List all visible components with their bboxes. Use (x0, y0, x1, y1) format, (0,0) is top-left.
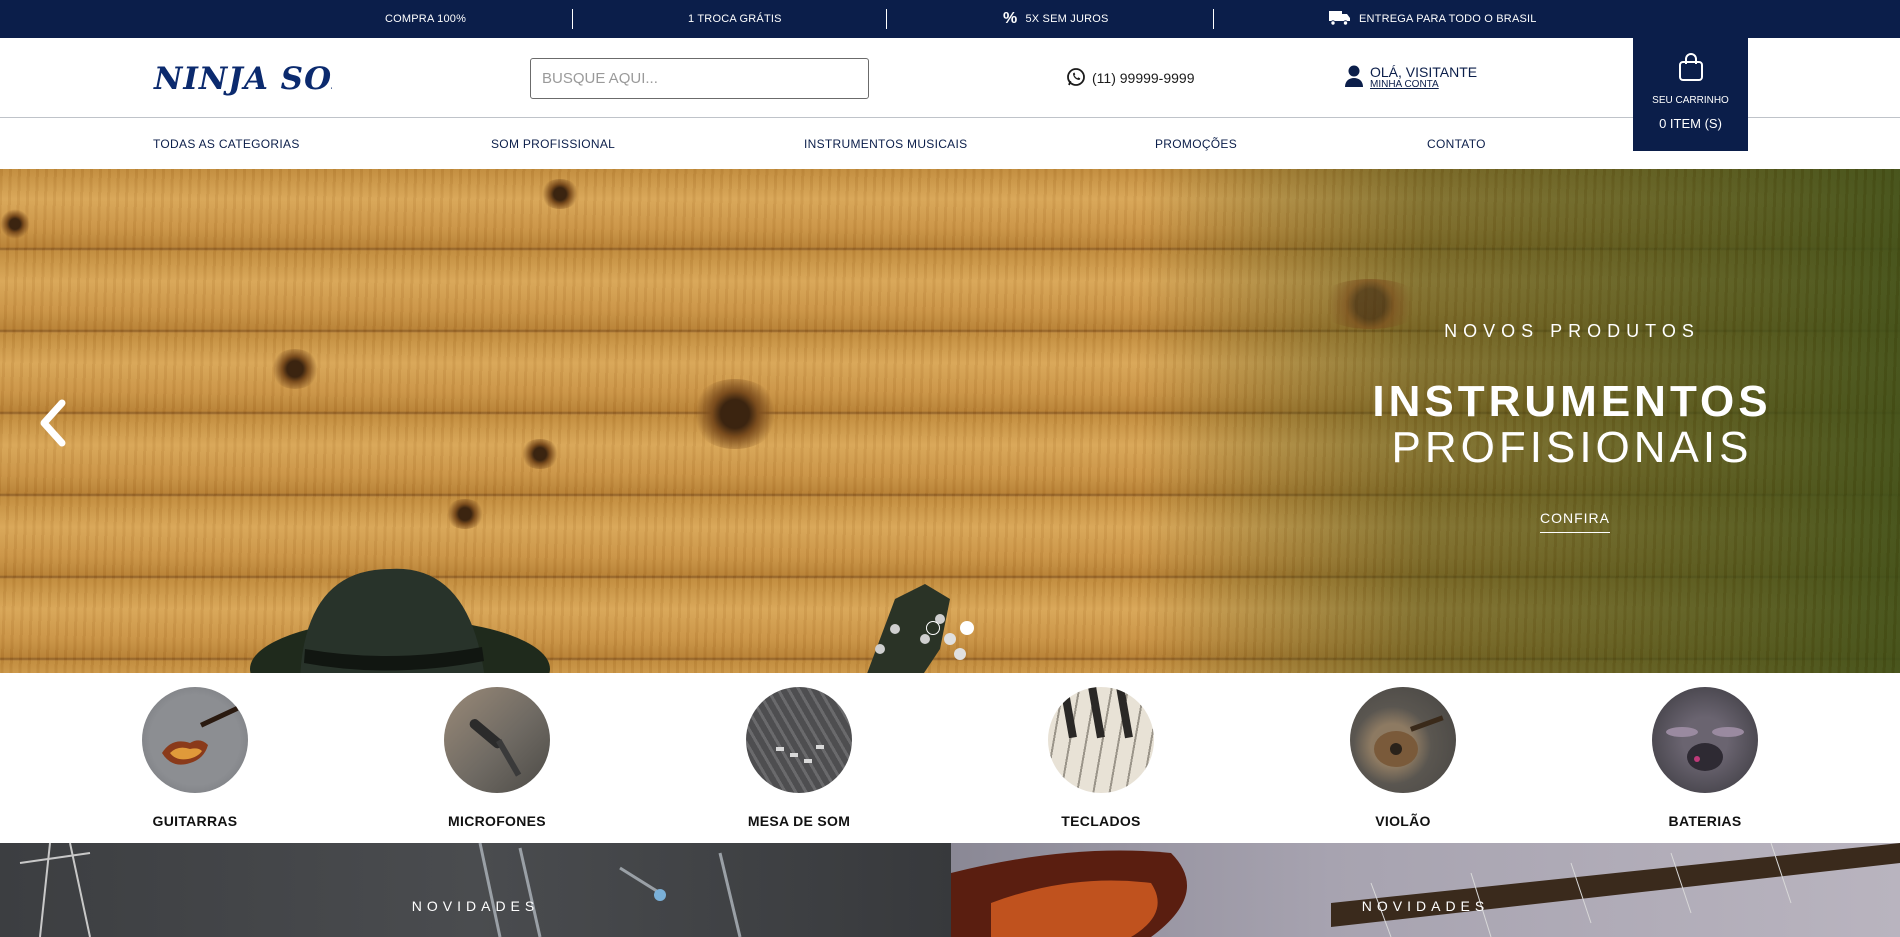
phone-contact[interactable]: (11) 99999-9999 (1066, 66, 1194, 90)
topbar-item-label: 1 TROCA GRÁTIS (688, 13, 782, 25)
promo-label: NOVIDADES (411, 898, 540, 914)
hero-slider: NOVOS PRODUTOS INSTRUMENTOS PROFISIONAIS… (0, 169, 1900, 673)
category-guitars[interactable]: GUITARRAS (120, 687, 270, 829)
category-strip: GUITARRAS MICROFONES MESA DE SOM TECLADO… (0, 673, 1900, 843)
phone-number: (11) 99999-9999 (1092, 70, 1195, 86)
nav-item-pro-audio[interactable]: SOM PROFISSIONAL (491, 119, 615, 169)
wood-knot (0, 209, 30, 239)
account-greeting: OLÁ, VISITANTE (1370, 64, 1478, 81)
promo-banner-right[interactable]: NOVIDADES (951, 843, 1900, 937)
banjo-image (867, 584, 966, 673)
category-name: TECLADOS (1061, 813, 1141, 829)
category-image-microphone (444, 687, 550, 793)
category-microphones[interactable]: MICROFONES (422, 687, 572, 829)
category-image-drums (1652, 687, 1758, 793)
topbar-item-shipping: ENTREGA PARA TODO O BRASIL (1329, 0, 1537, 38)
category-name: GUITARRAS (152, 813, 238, 829)
cart-count: 0 ITEM (S) (1659, 116, 1722, 131)
topbar-item-label: ENTREGA PARA TODO O BRASIL (1359, 13, 1537, 25)
topbar-item-label: COMPRA 100% (385, 13, 467, 25)
nav-item-promotions[interactable]: PROMOÇÕES (1155, 119, 1237, 169)
promo-banner-left[interactable]: NOVIDADES (0, 843, 951, 937)
main-nav: TODAS AS CATEGORIAS SOM PROFISSIONAL INS… (0, 119, 1900, 169)
logo-text: NINJA SOM (153, 61, 332, 97)
site-logo[interactable]: NINJA SOM (152, 59, 367, 99)
hero-title-line2: PROFISIONAIS (1391, 423, 1753, 472)
whatsapp-icon (1066, 67, 1086, 90)
cart-label: SEU CARRINHO (1652, 95, 1729, 106)
wood-knot (690, 379, 780, 449)
topbar-item-exchange: 1 TROCA GRÁTIS (688, 0, 782, 38)
nav-item-contact[interactable]: CONTATO (1427, 119, 1486, 169)
divider (572, 9, 573, 29)
shopping-bag-icon (1677, 52, 1705, 87)
cart-button[interactable]: SEU CARRINHO 0 ITEM (S) (1633, 38, 1748, 151)
slider-dot-2-active[interactable] (960, 621, 974, 635)
account-menu[interactable]: OLÁ, VISITANTE MINHA CONTA (1344, 63, 1477, 93)
wood-knot (540, 179, 580, 209)
category-image-guitar (142, 687, 248, 793)
my-account-link[interactable]: MINHA CONTA (1370, 80, 1477, 91)
category-name: MESA DE SOM (747, 813, 851, 829)
category-name: MICROFONES (448, 813, 546, 829)
slider-dot-1[interactable] (926, 621, 940, 635)
category-name: BATERIAS (1668, 813, 1742, 829)
user-icon (1344, 64, 1364, 93)
mic-stands-image (19, 843, 742, 937)
category-name: VIOLÃO (1375, 813, 1431, 829)
topbar-item-label: 5X SEM JUROS (1025, 13, 1109, 25)
search-input[interactable] (530, 58, 869, 99)
divider (1213, 9, 1214, 29)
nav-item-all-categories[interactable]: TODAS AS CATEGORIAS (153, 119, 300, 169)
category-mixers[interactable]: MESA DE SOM (724, 687, 874, 829)
promo-label: NOVIDADES (1361, 898, 1490, 914)
hero-title-line1: INSTRUMENTOS (1372, 377, 1772, 426)
hero-cta-button[interactable]: CONFIRA (1540, 510, 1610, 533)
hat-image (250, 568, 550, 673)
wood-knot (520, 439, 560, 469)
percent-icon: % (1003, 10, 1018, 27)
wood-knot (445, 499, 485, 529)
topbar-item-secure: COMPRA 100% (385, 0, 466, 38)
truck-icon (1329, 10, 1351, 29)
category-keyboards[interactable]: TECLADOS (1026, 687, 1176, 829)
category-acoustic-guitars[interactable]: VIOLÃO (1328, 687, 1478, 829)
wood-knot (270, 349, 320, 389)
electric-guitar-image (951, 843, 1900, 937)
category-drums[interactable]: BATERIAS (1630, 687, 1780, 829)
top-info-bar: COMPRA 100% 1 TROCA GRÁTIS % 5X SEM JURO… (0, 0, 1900, 38)
divider (886, 9, 887, 29)
site-header: NINJA SOM (11) 99999-9999 OLÁ, VISITANTE… (0, 38, 1900, 118)
category-image-keyboard (1048, 687, 1154, 793)
topbar-item-installments: % 5X SEM JUROS (1003, 0, 1109, 38)
category-image-acoustic-guitar (1350, 687, 1456, 793)
nav-item-musical-instruments[interactable]: INSTRUMENTOS MUSICAIS (804, 119, 967, 169)
category-image-mixer (746, 687, 852, 793)
chevron-left-icon (40, 399, 66, 447)
slider-prev-button[interactable] (36, 399, 70, 447)
hero-kicker: NOVOS PRODUTOS (1444, 321, 1700, 341)
